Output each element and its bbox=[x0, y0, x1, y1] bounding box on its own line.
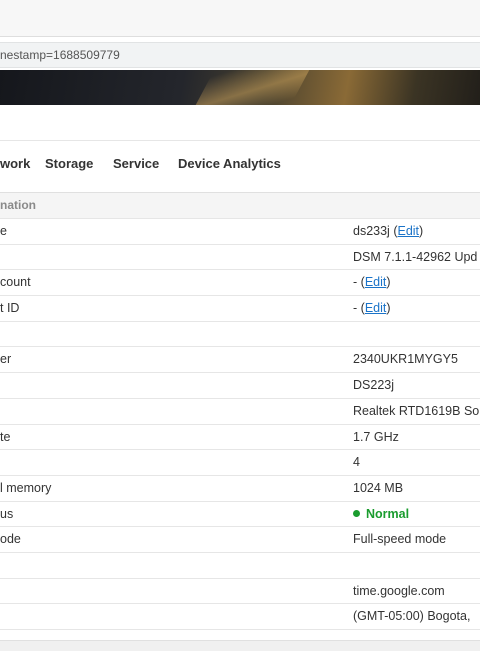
table-row: 4 bbox=[0, 450, 480, 476]
status-badge: Normal bbox=[366, 506, 410, 521]
address-bar-text[interactable]: nestamp=1688509779 bbox=[0, 43, 120, 67]
id-value: - bbox=[353, 301, 358, 316]
banner-highlight bbox=[195, 70, 310, 105]
table-row: e ds233j (Edit) bbox=[0, 219, 480, 245]
account-value: - bbox=[353, 275, 358, 290]
row-value: - (Edit) bbox=[353, 275, 391, 290]
row-label: l memory bbox=[0, 480, 52, 495]
row-label: er bbox=[0, 352, 12, 367]
cpu-clock-rate-value: 1.7 GHz bbox=[353, 429, 399, 444]
table-row: t ID - (Edit) bbox=[0, 296, 480, 322]
table-row: us Normal bbox=[0, 502, 480, 528]
table-row bbox=[0, 553, 480, 579]
table-row: (GMT-05:00) Bogota, bbox=[0, 604, 480, 630]
physical-memory-value: 1024 MB bbox=[353, 480, 404, 495]
section-header-basic-information: nation bbox=[0, 193, 480, 219]
edit-server-name-link[interactable]: Edit bbox=[397, 224, 419, 238]
table-row: time.google.com bbox=[0, 579, 480, 605]
table-row bbox=[0, 322, 480, 348]
time-zone-value: (GMT-05:00) Bogota, bbox=[353, 609, 471, 624]
info-table: e ds233j (Edit) DSM 7.1.1-42962 Upd coun… bbox=[0, 219, 480, 630]
table-row: DS223j bbox=[0, 373, 480, 399]
table-row: Realtek RTD1619B So bbox=[0, 399, 480, 425]
cpu-value: Realtek RTD1619B So bbox=[353, 403, 480, 418]
table-row: DSM 7.1.1-42962 Upd bbox=[0, 245, 480, 271]
browser-toolbar bbox=[0, 0, 480, 37]
tab-storage[interactable]: Storage bbox=[45, 150, 93, 178]
row-label: te bbox=[0, 429, 11, 444]
ntp-server-value: time.google.com bbox=[353, 583, 445, 598]
serial-number-value: 2340UKR1MYGY5 bbox=[353, 352, 458, 367]
fan-mode-value: Full-speed mode bbox=[353, 532, 447, 547]
header-banner-image bbox=[0, 70, 480, 105]
address-bar[interactable]: nestamp=1688509779 bbox=[0, 42, 480, 68]
bottom-edge bbox=[0, 640, 480, 651]
tab-service[interactable]: Service bbox=[113, 150, 159, 178]
table-row: l memory 1024 MB bbox=[0, 476, 480, 502]
edit-account-link[interactable]: Edit bbox=[365, 275, 387, 289]
row-label: t ID bbox=[0, 301, 20, 316]
server-name-value: ds233j bbox=[353, 224, 390, 238]
table-row: ode Full-speed mode bbox=[0, 527, 480, 553]
table-row: count - (Edit) bbox=[0, 270, 480, 297]
dsm-version-value: DSM 7.1.1-42962 Upd bbox=[353, 249, 478, 264]
model-value: DS223j bbox=[353, 378, 394, 393]
row-label: us bbox=[0, 506, 14, 521]
row-value: Normal bbox=[353, 502, 409, 527]
table-row: te 1.7 GHz bbox=[0, 425, 480, 451]
row-value: - (Edit) bbox=[353, 301, 391, 316]
cpu-cores-value: 4 bbox=[353, 455, 360, 470]
tab-network[interactable]: work bbox=[0, 150, 30, 178]
status-dot-icon bbox=[353, 509, 360, 517]
table-row: er 2340UKR1MYGY5 bbox=[0, 347, 480, 374]
tab-device-analytics[interactable]: Device Analytics bbox=[178, 150, 281, 178]
edit-id-link[interactable]: Edit bbox=[365, 301, 387, 315]
section-title: nation bbox=[0, 198, 36, 212]
row-label: ode bbox=[0, 532, 21, 547]
row-label: count bbox=[0, 275, 31, 290]
row-label: e bbox=[0, 224, 7, 238]
divider bbox=[0, 140, 480, 141]
row-value: ds233j (Edit) bbox=[353, 224, 424, 238]
